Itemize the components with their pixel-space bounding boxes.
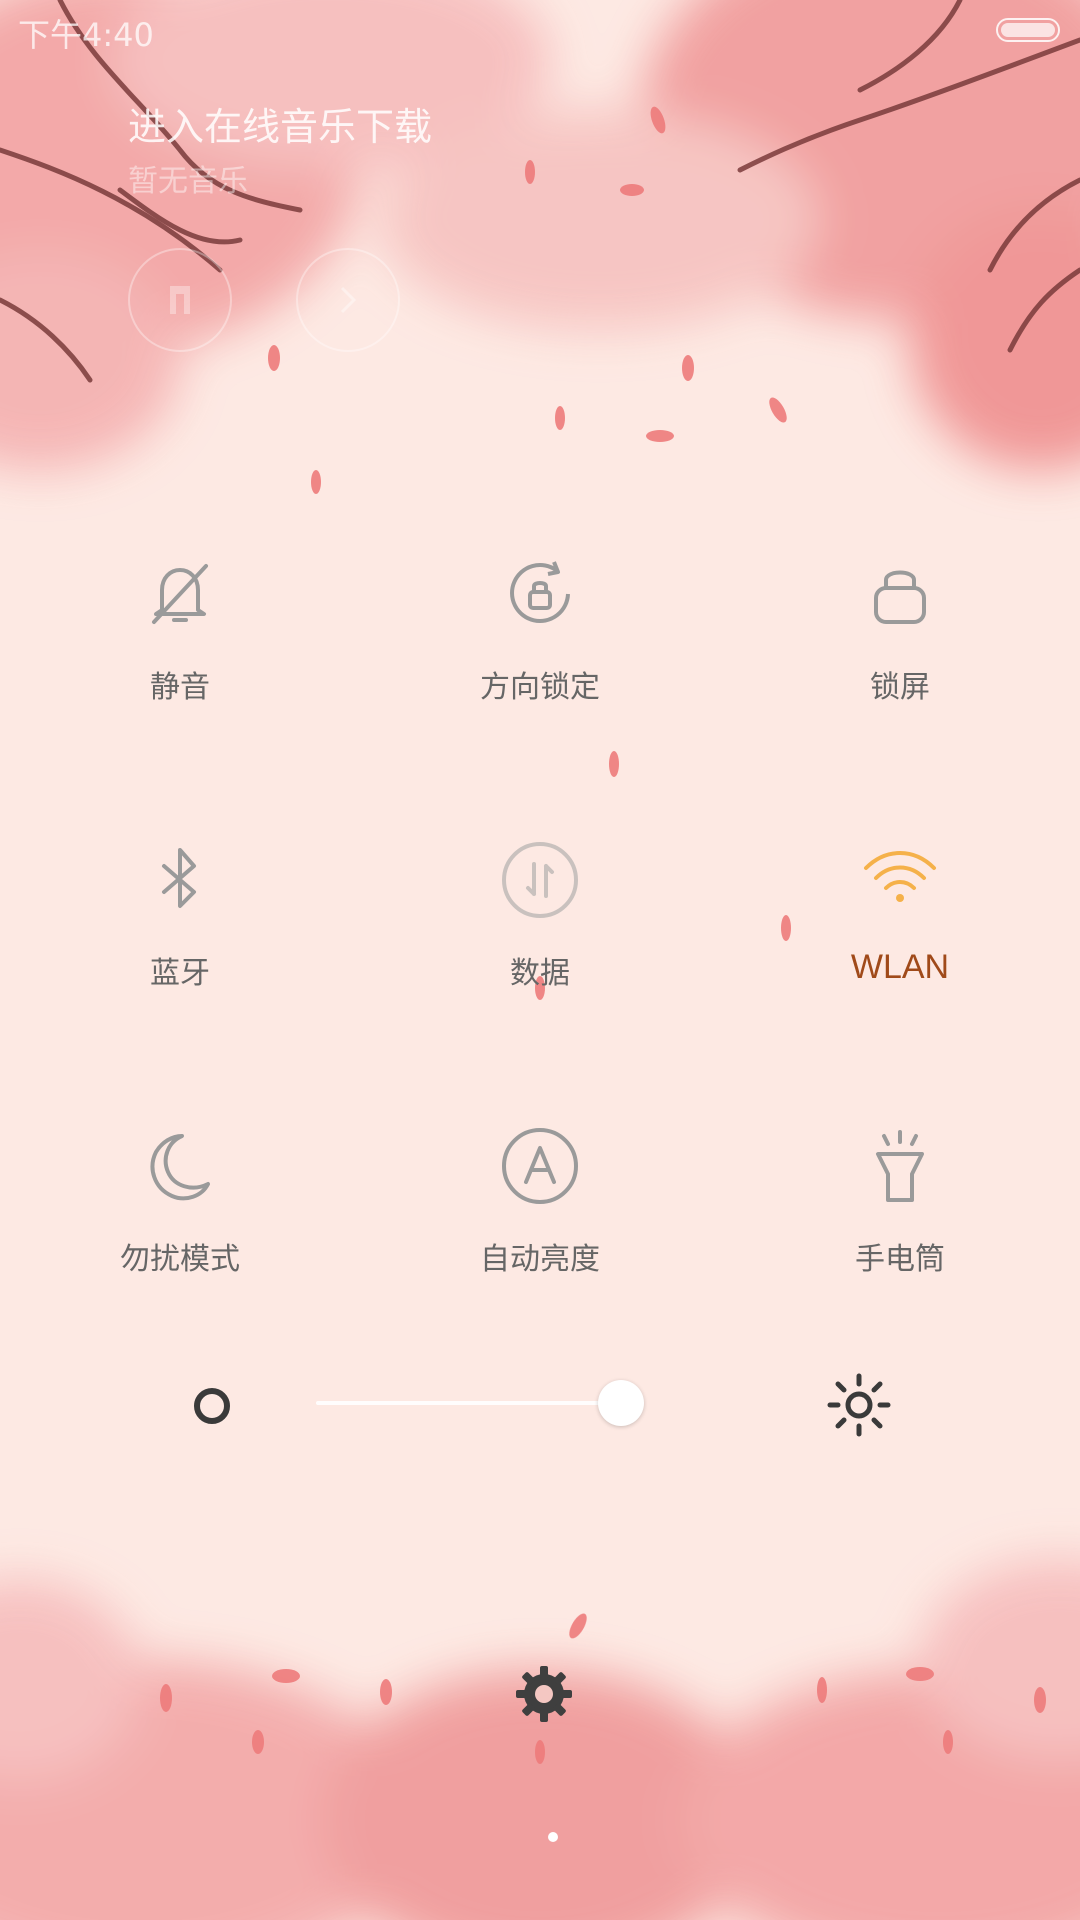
toggle-label: 手电筒 bbox=[855, 1242, 945, 1277]
lock-icon bbox=[874, 570, 926, 624]
toggle-do-not-disturb[interactable]: 勿扰模式 bbox=[70, 1124, 290, 1324]
toggle-auto-brightness[interactable]: 自动亮度 bbox=[430, 1124, 650, 1324]
toggle-rotation-lock[interactable]: 方向锁定 bbox=[430, 552, 650, 752]
music-title[interactable]: 进入在线音乐下载 bbox=[128, 96, 432, 151]
music-subtitle: 暂无音乐 bbox=[128, 164, 248, 199]
moon-icon bbox=[150, 1134, 210, 1201]
toggle-label: WLAN bbox=[850, 948, 950, 986]
toggle-mobile-data[interactable]: 数据 bbox=[430, 838, 650, 1038]
mobile-data-icon bbox=[502, 842, 578, 918]
status-time: 下午4:40 bbox=[18, 16, 154, 54]
brightness-low-icon bbox=[194, 1388, 230, 1424]
brightness-slider-track[interactable] bbox=[316, 1401, 622, 1405]
bell-off-icon bbox=[152, 564, 208, 624]
toggle-wlan[interactable]: WLAN bbox=[790, 838, 1010, 1038]
brightness-high-icon bbox=[827, 1373, 891, 1437]
music-app-button[interactable] bbox=[128, 248, 232, 352]
toggle-label: 数据 bbox=[510, 956, 570, 991]
settings-gear-icon[interactable] bbox=[514, 1664, 574, 1724]
toggle-label: 蓝牙 bbox=[150, 956, 210, 991]
toggle-label: 自动亮度 bbox=[480, 1242, 600, 1277]
toggle-flashlight[interactable]: 手电筒 bbox=[790, 1124, 1010, 1324]
toggle-label: 方向锁定 bbox=[480, 670, 600, 705]
page-indicator-dot bbox=[548, 1832, 558, 1842]
toggle-bluetooth[interactable]: 蓝牙 bbox=[70, 838, 290, 1038]
toggle-label: 锁屏 bbox=[870, 670, 930, 705]
auto-brightness-icon bbox=[502, 1128, 578, 1204]
toggle-label: 静音 bbox=[150, 670, 210, 705]
music-next-button[interactable] bbox=[296, 248, 400, 352]
toggle-label: 勿扰模式 bbox=[120, 1242, 240, 1277]
wifi-icon bbox=[864, 851, 936, 902]
flashlight-icon bbox=[876, 1130, 924, 1202]
music-note-icon bbox=[170, 286, 190, 314]
battery-icon bbox=[996, 18, 1060, 42]
bluetooth-icon bbox=[162, 848, 196, 908]
chevron-right-icon bbox=[340, 286, 357, 314]
toggle-lock-screen[interactable]: 锁屏 bbox=[790, 552, 1010, 752]
rotation-lock-icon bbox=[510, 561, 570, 623]
toggle-silent[interactable]: 静音 bbox=[70, 552, 290, 752]
brightness-slider-knob[interactable] bbox=[597, 1380, 644, 1426]
